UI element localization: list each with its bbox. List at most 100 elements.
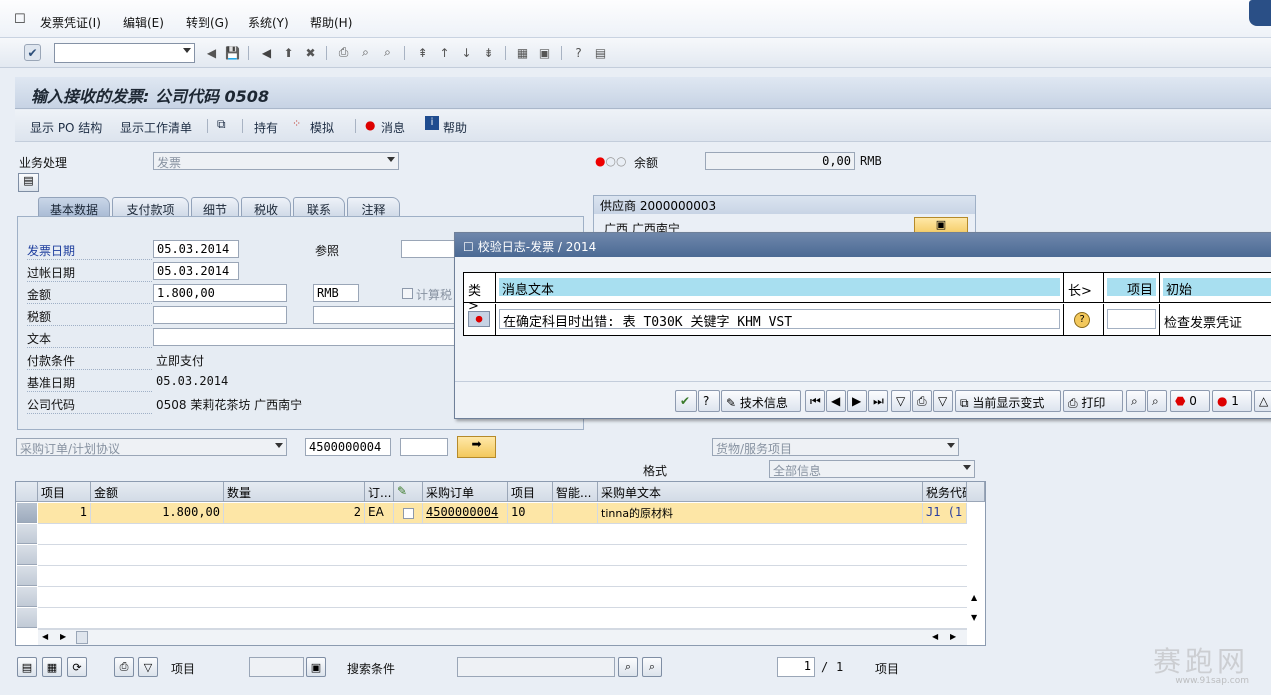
dialog-title-bar[interactable]: ☐ 校验日志-发票 / 2014 bbox=[455, 233, 1271, 257]
cell-unit[interactable]: EA bbox=[365, 503, 394, 524]
enter-icon[interactable]: ✔ bbox=[24, 44, 41, 61]
cell-amount[interactable]: 1.800,00 bbox=[91, 503, 224, 524]
menu-icon[interactable]: ☐ bbox=[14, 12, 26, 27]
transaction-select[interactable]: 发票 bbox=[153, 152, 399, 170]
print-button[interactable]: ⎙ 打印 bbox=[1063, 390, 1123, 412]
simulate-button[interactable]: 模拟 bbox=[310, 119, 334, 136]
col-amount[interactable]: 金额 bbox=[91, 482, 224, 502]
reference-field[interactable] bbox=[401, 240, 461, 258]
hold-button[interactable]: 持有 bbox=[254, 119, 278, 136]
search-icon[interactable]: ⌕ bbox=[618, 657, 638, 677]
first-icon[interactable]: ⏮ bbox=[805, 390, 825, 412]
row-selector[interactable] bbox=[17, 608, 37, 628]
table-row[interactable] bbox=[38, 524, 967, 545]
print-icon[interactable]: ⎙ bbox=[335, 44, 352, 61]
row-initial-cell[interactable]: 检查发票凭证 bbox=[1160, 304, 1271, 336]
document-icon[interactable]: ⧉ bbox=[217, 117, 226, 132]
col-po-item[interactable]: 项目 bbox=[508, 482, 553, 502]
layout-toggle-button[interactable]: ▤ bbox=[18, 173, 39, 192]
continue-icon[interactable]: ✔ bbox=[675, 390, 697, 412]
text-field[interactable] bbox=[153, 328, 463, 346]
select-all-icon[interactable]: ▦ bbox=[42, 657, 62, 677]
invoice-date-field[interactable]: 05.03.2014 bbox=[153, 240, 239, 258]
first-page-icon[interactable]: ⇞ bbox=[414, 44, 431, 61]
last-icon[interactable]: ⏭ bbox=[868, 390, 888, 412]
grid-corner[interactable] bbox=[16, 482, 38, 502]
find-icon[interactable]: ⌕ bbox=[1126, 390, 1146, 412]
footer-go-icon[interactable]: ▣ bbox=[306, 657, 326, 677]
table-row[interactable] bbox=[38, 587, 967, 608]
shortcut-icon[interactable]: ▣ bbox=[536, 44, 553, 61]
next-page-icon[interactable]: ↓ bbox=[458, 44, 475, 61]
col-item[interactable]: 项目 bbox=[38, 482, 91, 502]
back-icon[interactable]: ◀ bbox=[258, 44, 275, 61]
cell-tax-code[interactable]: J1 (1 bbox=[923, 503, 967, 524]
table-row[interactable] bbox=[38, 545, 967, 566]
table-row[interactable] bbox=[38, 566, 967, 587]
col-item[interactable]: 项目 bbox=[1104, 273, 1160, 303]
menu-goto[interactable]: 转到(G) bbox=[186, 14, 229, 31]
po-go-button[interactable]: ➡ bbox=[457, 436, 496, 458]
cell-po-link[interactable]: 4500000004 bbox=[423, 503, 508, 524]
question-icon[interactable]: ? bbox=[1074, 312, 1090, 328]
col-long-text[interactable]: 长> bbox=[1064, 273, 1104, 303]
tech-info-button[interactable]: ✎ 技术信息 bbox=[721, 390, 801, 412]
row-selector[interactable] bbox=[17, 545, 37, 565]
layout-select[interactable]: 全部信息 bbox=[769, 460, 975, 478]
row-message-cell[interactable]: 在确定科目时出错: 表 T030K 关键字 KHM VST bbox=[496, 304, 1064, 336]
tab-details[interactable]: 细节 bbox=[191, 197, 239, 217]
col-order-unit[interactable]: 订... bbox=[365, 482, 394, 502]
tab-tax[interactable]: 税收 bbox=[241, 197, 291, 217]
calc-tax-checkbox[interactable] bbox=[402, 288, 413, 299]
help-icon[interactable]: ? bbox=[570, 44, 587, 61]
warning-filter-button[interactable]: △ bbox=[1254, 390, 1271, 412]
vertical-scrollbar[interactable]: ▲ ▼ bbox=[967, 503, 985, 629]
page-current-field[interactable]: 1 bbox=[777, 657, 815, 677]
row-selector[interactable] bbox=[17, 566, 37, 586]
row-selector[interactable] bbox=[17, 524, 37, 544]
find-next-icon[interactable]: ⌕ bbox=[1147, 390, 1167, 412]
amount-field[interactable]: 1.800,00 bbox=[153, 284, 287, 302]
tax-code-field[interactable] bbox=[313, 306, 463, 324]
row-selector[interactable] bbox=[17, 587, 37, 607]
horizontal-scrollbar[interactable]: ◀ ▶ ◀ ▶ bbox=[38, 629, 967, 645]
help-button[interactable]: 帮助 bbox=[443, 119, 467, 136]
cell-po-text[interactable]: tinna的原材料 bbox=[598, 503, 923, 524]
table-row[interactable] bbox=[38, 608, 967, 629]
tab-basic-data[interactable]: 基本数据 bbox=[38, 197, 110, 217]
menu-edit[interactable]: 编辑(E) bbox=[123, 14, 164, 31]
layout-menu-icon[interactable]: ▤ bbox=[592, 44, 609, 61]
tax-field[interactable] bbox=[153, 306, 287, 324]
help-icon[interactable]: ? bbox=[698, 390, 720, 412]
item-category-select[interactable]: 货物/服务项目 bbox=[712, 438, 959, 456]
show-worklist-button[interactable]: 显示工作清单 bbox=[120, 119, 192, 136]
cancel-icon[interactable]: ✖ bbox=[302, 44, 319, 61]
footer-item-field[interactable] bbox=[249, 657, 304, 677]
prev-icon[interactable]: ◀ bbox=[826, 390, 846, 412]
print-preview-icon[interactable]: ⎙ bbox=[912, 390, 932, 412]
cell-quantity[interactable]: 2 bbox=[224, 503, 365, 524]
po-item-field[interactable] bbox=[400, 438, 448, 456]
messages-button[interactable]: 消息 bbox=[381, 119, 405, 136]
stop-filter-button[interactable]: ⬣ 0 bbox=[1170, 390, 1210, 412]
col-tax-code[interactable]: 税务代码 bbox=[923, 482, 967, 502]
new-session-icon[interactable]: ▦ bbox=[514, 44, 531, 61]
cell-checkbox[interactable] bbox=[394, 503, 423, 524]
current-layout-button[interactable]: ⧉ 当前显示变式 bbox=[955, 390, 1061, 412]
triangle-left-icon[interactable]: ◀ bbox=[203, 44, 220, 61]
posting-date-field[interactable]: 05.03.2014 bbox=[153, 262, 239, 280]
cell-po-item[interactable]: 10 bbox=[508, 503, 553, 524]
filter-icon[interactable]: ▽ bbox=[891, 390, 911, 412]
currency-field[interactable]: RMB bbox=[313, 284, 359, 302]
row-item-cell[interactable] bbox=[1104, 304, 1160, 336]
menu-system[interactable]: 系统(Y) bbox=[248, 14, 289, 31]
po-type-select[interactable]: 采购订单/计划协议 bbox=[16, 438, 287, 456]
window-menu-button[interactable] bbox=[1249, 0, 1271, 26]
find-icon[interactable]: ⌕ bbox=[357, 44, 374, 61]
col-message-text[interactable]: 消息文本 bbox=[496, 273, 1064, 303]
scroll-left-icon[interactable]: ◀ bbox=[42, 632, 48, 641]
col-quantity[interactable]: 数量 bbox=[224, 482, 365, 502]
command-field[interactable] bbox=[54, 43, 195, 63]
menu-invoice[interactable]: 发票凭证(I) bbox=[40, 14, 101, 31]
details-icon[interactable]: ▤ bbox=[17, 657, 37, 677]
